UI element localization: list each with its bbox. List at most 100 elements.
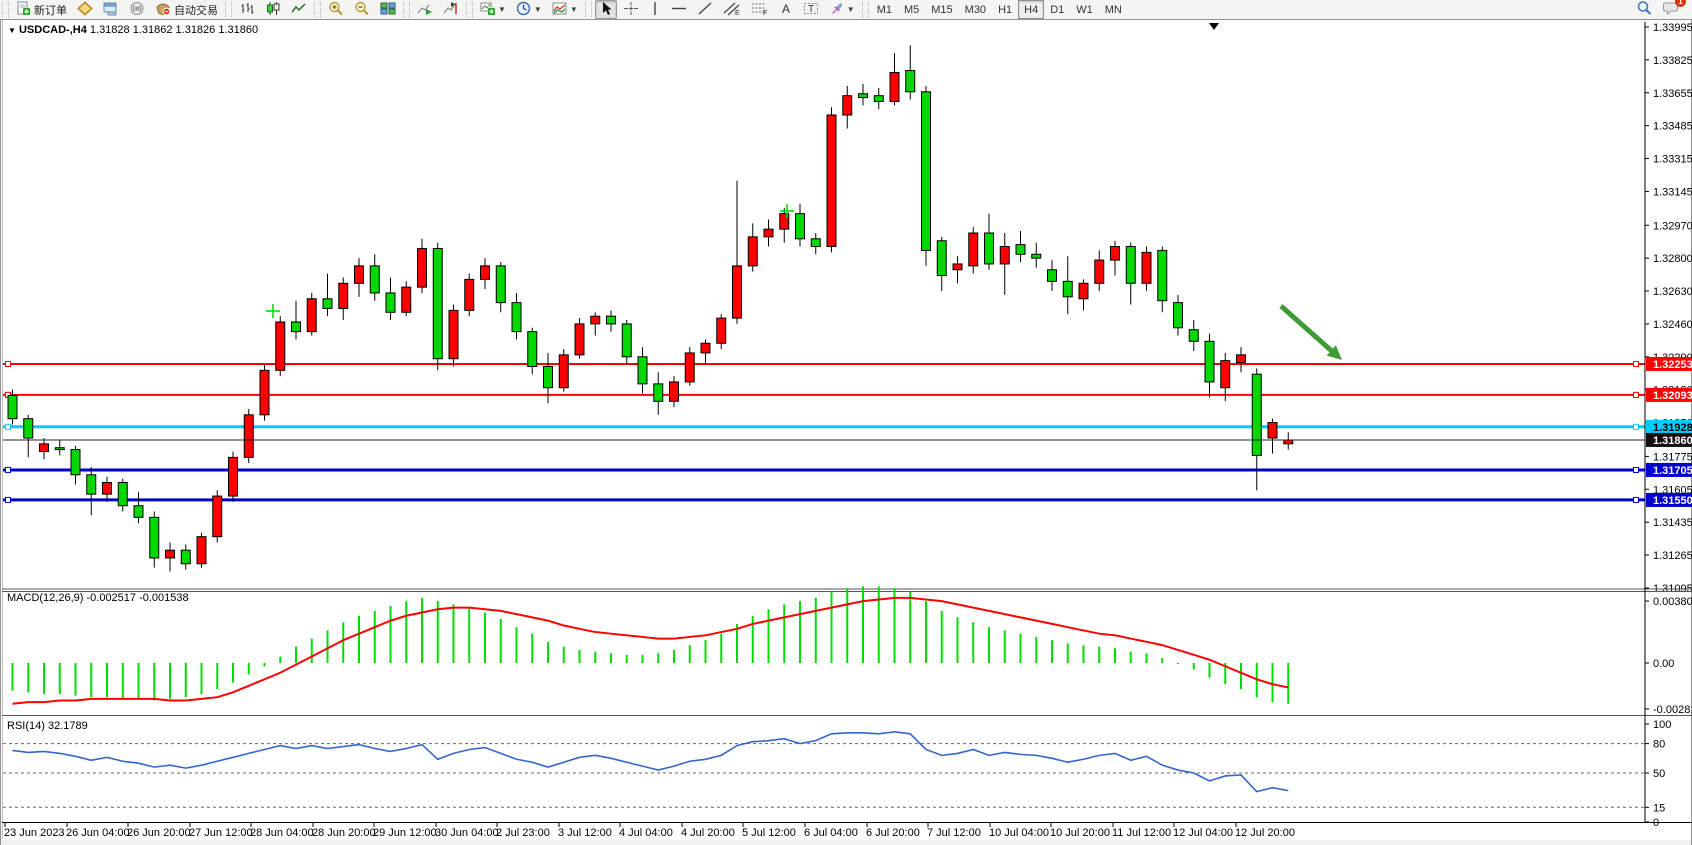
macd-histogram-bar: [295, 647, 297, 663]
candle-up: [276, 322, 285, 370]
market-watch-button[interactable]: [73, 0, 97, 19]
chart-candles-button[interactable]: [261, 0, 285, 19]
timeframe-button-m5[interactable]: M5: [898, 0, 925, 19]
candle-down: [433, 248, 442, 358]
zoom-in-button[interactable]: [324, 0, 348, 19]
candle-down: [811, 239, 820, 247]
auto-trading-label: 自动交易: [174, 2, 218, 18]
candle-up: [465, 279, 474, 310]
price-tick-label: 1.33825: [1653, 55, 1692, 67]
indicators-button[interactable]: ▼: [548, 0, 582, 19]
candle-down: [1189, 330, 1198, 342]
toolbar-grip: [314, 2, 321, 17]
search-button[interactable]: [1632, 0, 1657, 19]
navigator-button[interactable]: [99, 0, 123, 19]
tile-windows-button[interactable]: [376, 0, 400, 19]
line-handle[interactable]: [6, 467, 11, 472]
trendline-tool-button[interactable]: [693, 0, 717, 19]
trendline-icon: [697, 1, 713, 19]
vertical-line-tool-button[interactable]: [645, 0, 665, 19]
time-tick-label: 6 Jul 20:00: [866, 827, 920, 839]
rsi-tick-label: 0: [1653, 817, 1659, 829]
toolbar-grip: [862, 2, 869, 17]
candlestick-chart-icon: [265, 1, 281, 19]
text-label-tool-button[interactable]: T: [799, 0, 823, 19]
new-chart-icon: [480, 1, 496, 19]
candle-down: [134, 506, 143, 518]
periodicity-button[interactable]: ▼: [512, 0, 546, 19]
notifications-button[interactable]: 1: [1659, 0, 1684, 19]
timeframe-button-d1[interactable]: D1: [1044, 0, 1070, 19]
collapse-triangle-icon[interactable]: ▼: [8, 26, 16, 35]
chart-canvas[interactable]: 1.339951.338251.336551.334851.333151.331…: [0, 19, 1692, 845]
timeframe-button-h4[interactable]: H4: [1018, 0, 1044, 19]
cursor-tool-button[interactable]: [595, 0, 617, 19]
macd-histogram-bar: [374, 611, 376, 663]
time-tick-label: 7 Jul 12:00: [927, 827, 981, 839]
timeframe-button-h1[interactable]: H1: [992, 0, 1018, 19]
fibonacci-tool-button[interactable]: F: [747, 0, 773, 19]
auto-scroll-icon: [417, 1, 433, 19]
new-order-button[interactable]: 新订单: [12, 0, 71, 19]
timeframe-button-m15[interactable]: M15: [925, 0, 958, 19]
line-handle[interactable]: [6, 497, 11, 502]
line-handle[interactable]: [1634, 467, 1639, 472]
arrows-icon: [829, 1, 845, 19]
candle-down: [1016, 245, 1025, 255]
candle-down: [1252, 374, 1261, 455]
scroll-marker-icon[interactable]: [1209, 23, 1219, 30]
toolbar-grip: [585, 2, 592, 17]
chevron-down-icon: ▼: [847, 5, 855, 14]
auto-scroll-button[interactable]: [413, 0, 437, 19]
line-chart-icon: [291, 1, 307, 19]
line-handle[interactable]: [1634, 497, 1639, 502]
text-label-icon: T: [803, 1, 819, 19]
timeframe-button-m30[interactable]: M30: [959, 0, 992, 19]
price-tick-label: 1.33995: [1653, 22, 1692, 34]
candle-up: [969, 233, 978, 266]
macd-histogram-bar: [831, 591, 833, 663]
svg-text:T: T: [808, 4, 814, 15]
macd-histogram-bar: [673, 650, 675, 663]
line-handle[interactable]: [6, 424, 11, 429]
macd-histogram-bar: [122, 663, 124, 699]
chart-bars-button[interactable]: [235, 0, 259, 19]
signals-button[interactable]: [125, 0, 149, 19]
line-handle[interactable]: [6, 361, 11, 366]
macd-histogram-bar: [216, 663, 218, 689]
equidistant-channel-icon: E: [723, 1, 741, 19]
zoom-out-button[interactable]: [350, 0, 374, 19]
horizontal-line-tool-button[interactable]: [667, 0, 691, 19]
candle-down: [1205, 341, 1214, 382]
vertical-line-icon: [649, 1, 661, 19]
macd-histogram-bar: [768, 609, 770, 663]
timeframe-button-mn[interactable]: MN: [1099, 0, 1128, 19]
level-price-label: 1.31928: [1653, 422, 1692, 434]
timeframe-button-w1[interactable]: W1: [1070, 0, 1099, 19]
text-tool-button[interactable]: A: [775, 0, 797, 19]
arrows-tool-button[interactable]: ▼: [825, 0, 859, 19]
chart-line-button[interactable]: [287, 0, 311, 19]
line-handle[interactable]: [1634, 392, 1639, 397]
candle-up: [166, 550, 175, 558]
chart-shift-button[interactable]: [439, 0, 463, 19]
macd-histogram-bar: [1177, 663, 1179, 664]
crosshair-tool-button[interactable]: [619, 0, 643, 19]
candle-down: [638, 357, 647, 384]
macd-histogram-bar: [484, 613, 486, 663]
annotation-arrow[interactable]: [1281, 306, 1334, 353]
candle-up: [748, 237, 757, 266]
channel-tool-button[interactable]: E: [719, 0, 745, 19]
price-tick-label: 1.33145: [1653, 186, 1692, 198]
line-handle[interactable]: [1634, 361, 1639, 366]
new-chart-button[interactable]: ▼: [476, 0, 510, 19]
rsi-tick-label: 15: [1653, 802, 1665, 814]
auto-trading-button[interactable]: 自动交易: [151, 0, 222, 19]
macd-tick-label: -0.002818: [1653, 704, 1692, 716]
main-toolbar: 新订单 自动交易: [0, 0, 1692, 20]
timeframe-button-m1[interactable]: M1: [871, 0, 898, 19]
candle-up: [575, 324, 584, 355]
line-handle[interactable]: [1634, 424, 1639, 429]
chevron-down-icon: ▼: [534, 5, 542, 14]
candle-up: [307, 299, 316, 332]
